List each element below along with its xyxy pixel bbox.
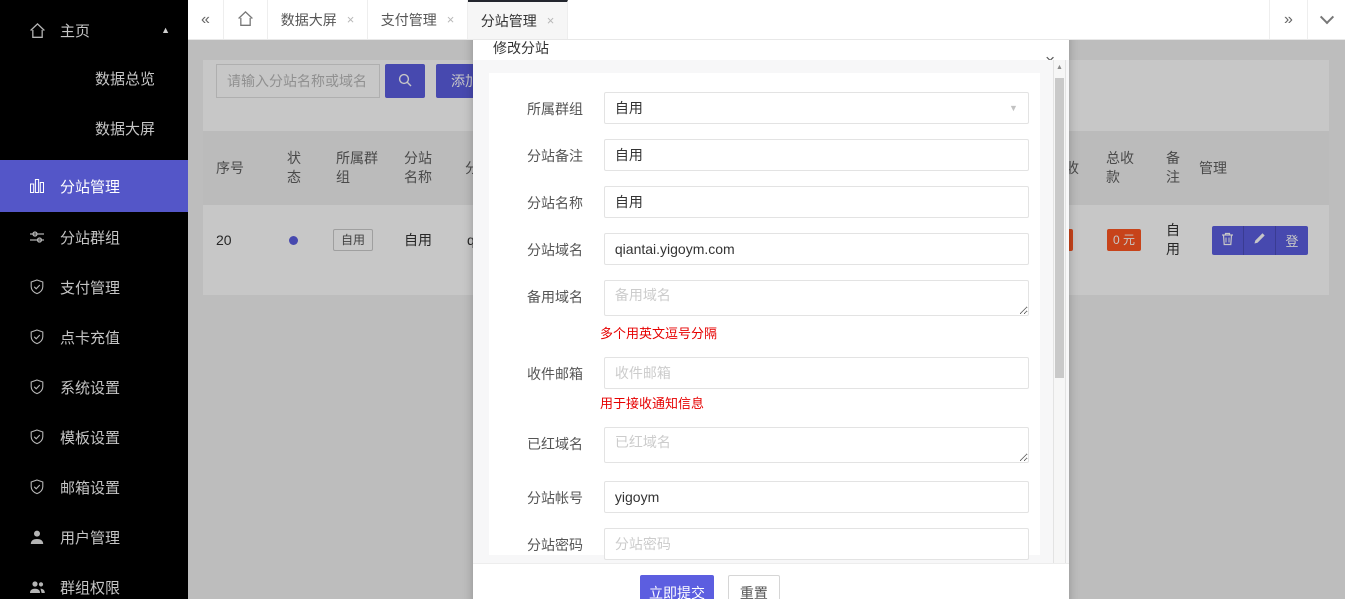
close-icon[interactable]: ×: [447, 12, 455, 27]
form-row-group: 所属群组 自用 ▼: [527, 92, 1040, 124]
site-name-input[interactable]: [604, 186, 1029, 218]
shield-check-icon: [28, 478, 46, 496]
form-row-name: 分站名称: [527, 186, 1040, 218]
group-select-value: 自用: [615, 98, 643, 118]
field-hint: 用于接收通知信息: [600, 393, 1040, 412]
site-account-input[interactable]: [604, 481, 1029, 513]
form-row-account: 分站帐号: [527, 481, 1040, 513]
chevron-down-icon: ▼: [1009, 103, 1018, 113]
users-icon: [28, 578, 46, 596]
sidebar-item-template-settings[interactable]: 模板设置: [0, 417, 188, 457]
sidebar-item-label: 主页: [60, 20, 90, 41]
home-icon: [237, 10, 254, 30]
scrollbar-thumb[interactable]: [1055, 78, 1064, 378]
collapse-arrow-icon: ▲: [161, 25, 170, 35]
sidebar-item-mail-settings[interactable]: 邮箱设置: [0, 467, 188, 507]
collapse-tabs-button[interactable]: «: [188, 0, 224, 39]
edit-site-form: 所属群组 自用 ▼ 分站备注 分站名称 分站域名 备用域名: [489, 73, 1040, 555]
group-select[interactable]: 自用 ▼: [604, 92, 1029, 124]
sidebar-item-label: 邮箱设置: [60, 477, 120, 498]
tab-payment[interactable]: 支付管理 ×: [368, 0, 468, 39]
home-icon: [28, 21, 46, 39]
tab-label: 支付管理: [381, 10, 437, 30]
close-icon[interactable]: ×: [547, 13, 555, 28]
sidebar-item-home[interactable]: 主页 ▲: [0, 8, 188, 52]
sidebar-item-data-overview[interactable]: 数据总览: [0, 58, 188, 98]
sidebar-item-card-recharge[interactable]: 点卡充值: [0, 317, 188, 357]
sidebar-item-site-groups[interactable]: 分站群组: [0, 217, 188, 257]
modal-footer: 立即提交 重置: [473, 563, 1069, 599]
sidebar: 主页 ▲ 数据总览 数据大屏 分站管理 分站群组 支付管理 点卡充值 系统设置: [0, 0, 188, 599]
sidebar-item-label: 支付管理: [60, 277, 120, 298]
notify-email-input[interactable]: [604, 357, 1029, 389]
tab-label: 分站管理: [481, 11, 537, 31]
field-label: 分站名称: [527, 186, 587, 213]
chevron-down-icon: [1319, 10, 1333, 24]
form-row-remark: 分站备注: [527, 139, 1040, 171]
field-label: 分站密码: [527, 528, 587, 555]
shield-check-icon: [28, 428, 46, 446]
sidebar-item-site-manage[interactable]: 分站管理: [0, 160, 188, 212]
chart-columns-icon: [28, 177, 46, 195]
sidebar-item-label: 数据总览: [95, 68, 155, 89]
form-row-flagged-domain: 已红域名: [527, 427, 1040, 466]
sidebar-item-label: 点卡充值: [60, 327, 120, 348]
field-label: 收件邮箱: [527, 357, 587, 384]
field-label: 分站帐号: [527, 481, 587, 508]
reset-button[interactable]: 重置: [728, 575, 780, 599]
home-tab-button[interactable]: [224, 0, 268, 39]
edit-site-modal: 修改分站 × 所属群组 自用 ▼ 分站备注 分站名称 分站域名: [473, 16, 1069, 599]
sliders-icon: [28, 228, 46, 246]
sidebar-item-label: 模板设置: [60, 427, 120, 448]
tabbar-right-controls: »: [1269, 0, 1345, 39]
double-chevron-left-icon: «: [201, 11, 210, 29]
site-domain-input[interactable]: [604, 233, 1029, 265]
flagged-domain-textarea[interactable]: [604, 427, 1029, 463]
field-label: 分站备注: [527, 139, 587, 166]
scroll-up-icon[interactable]: ▲: [1054, 60, 1065, 74]
sidebar-item-label: 分站群组: [60, 227, 120, 248]
shield-check-icon: [28, 378, 46, 396]
tab-site-manage[interactable]: 分站管理 ×: [468, 0, 568, 39]
sidebar-item-label: 数据大屏: [95, 118, 155, 139]
shield-check-icon: [28, 278, 46, 296]
field-label: 分站域名: [527, 233, 587, 260]
double-chevron-right-icon: »: [1284, 11, 1293, 29]
expand-tabs-button[interactable]: »: [1269, 0, 1307, 39]
tabbar: « 数据大屏 × 支付管理 × 分站管理 × »: [188, 0, 1345, 40]
sidebar-item-data-screen[interactable]: 数据大屏: [0, 108, 188, 148]
submit-button[interactable]: 立即提交: [640, 575, 714, 599]
sidebar-item-group-permissions[interactable]: 群组权限: [0, 567, 188, 599]
modal-scrollbar[interactable]: ▲: [1053, 60, 1066, 563]
form-row-domain: 分站域名: [527, 233, 1040, 265]
site-password-input[interactable]: [604, 528, 1029, 560]
form-row-backup-domain: 备用域名 多个用英文逗号分隔: [527, 280, 1040, 342]
site-remark-input[interactable]: [604, 139, 1029, 171]
form-row-email: 收件邮箱 用于接收通知信息: [527, 357, 1040, 412]
tab-menu-button[interactable]: [1307, 0, 1345, 39]
sidebar-item-payment[interactable]: 支付管理: [0, 267, 188, 307]
sidebar-item-label: 群组权限: [60, 577, 120, 598]
sidebar-item-label: 用户管理: [60, 527, 120, 548]
sidebar-item-label: 分站管理: [60, 176, 120, 197]
field-label: 备用域名: [527, 280, 587, 307]
shield-check-icon: [28, 328, 46, 346]
form-row-password: 分站密码: [527, 528, 1040, 560]
sidebar-item-user-manage[interactable]: 用户管理: [0, 517, 188, 557]
field-label: 所属群组: [527, 92, 587, 119]
user-icon: [28, 528, 46, 546]
tab-label: 数据大屏: [281, 10, 337, 30]
modal-body: 所属群组 自用 ▼ 分站备注 分站名称 分站域名 备用域名: [473, 60, 1069, 563]
field-hint: 多个用英文逗号分隔: [600, 323, 1040, 342]
sidebar-item-label: 系统设置: [60, 377, 120, 398]
tab-data-screen[interactable]: 数据大屏 ×: [268, 0, 368, 39]
sidebar-item-system-settings[interactable]: 系统设置: [0, 367, 188, 407]
close-icon[interactable]: ×: [347, 12, 355, 27]
backup-domain-textarea[interactable]: [604, 280, 1029, 316]
field-label: 已红域名: [527, 427, 587, 454]
